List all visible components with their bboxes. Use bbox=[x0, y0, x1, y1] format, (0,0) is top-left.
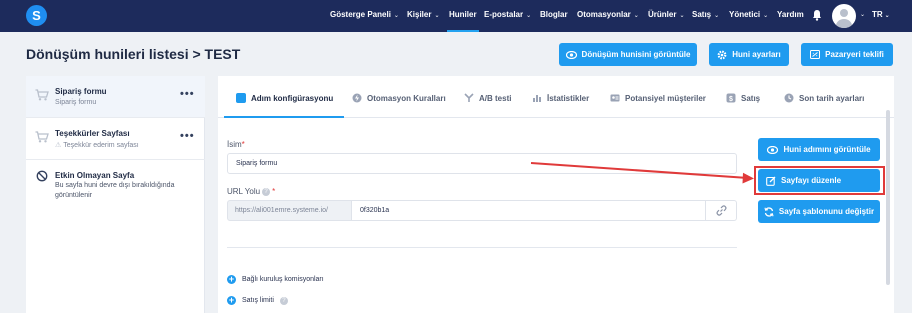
scrollbar[interactable] bbox=[886, 110, 890, 285]
annotation-arrow-icon bbox=[530, 162, 754, 184]
